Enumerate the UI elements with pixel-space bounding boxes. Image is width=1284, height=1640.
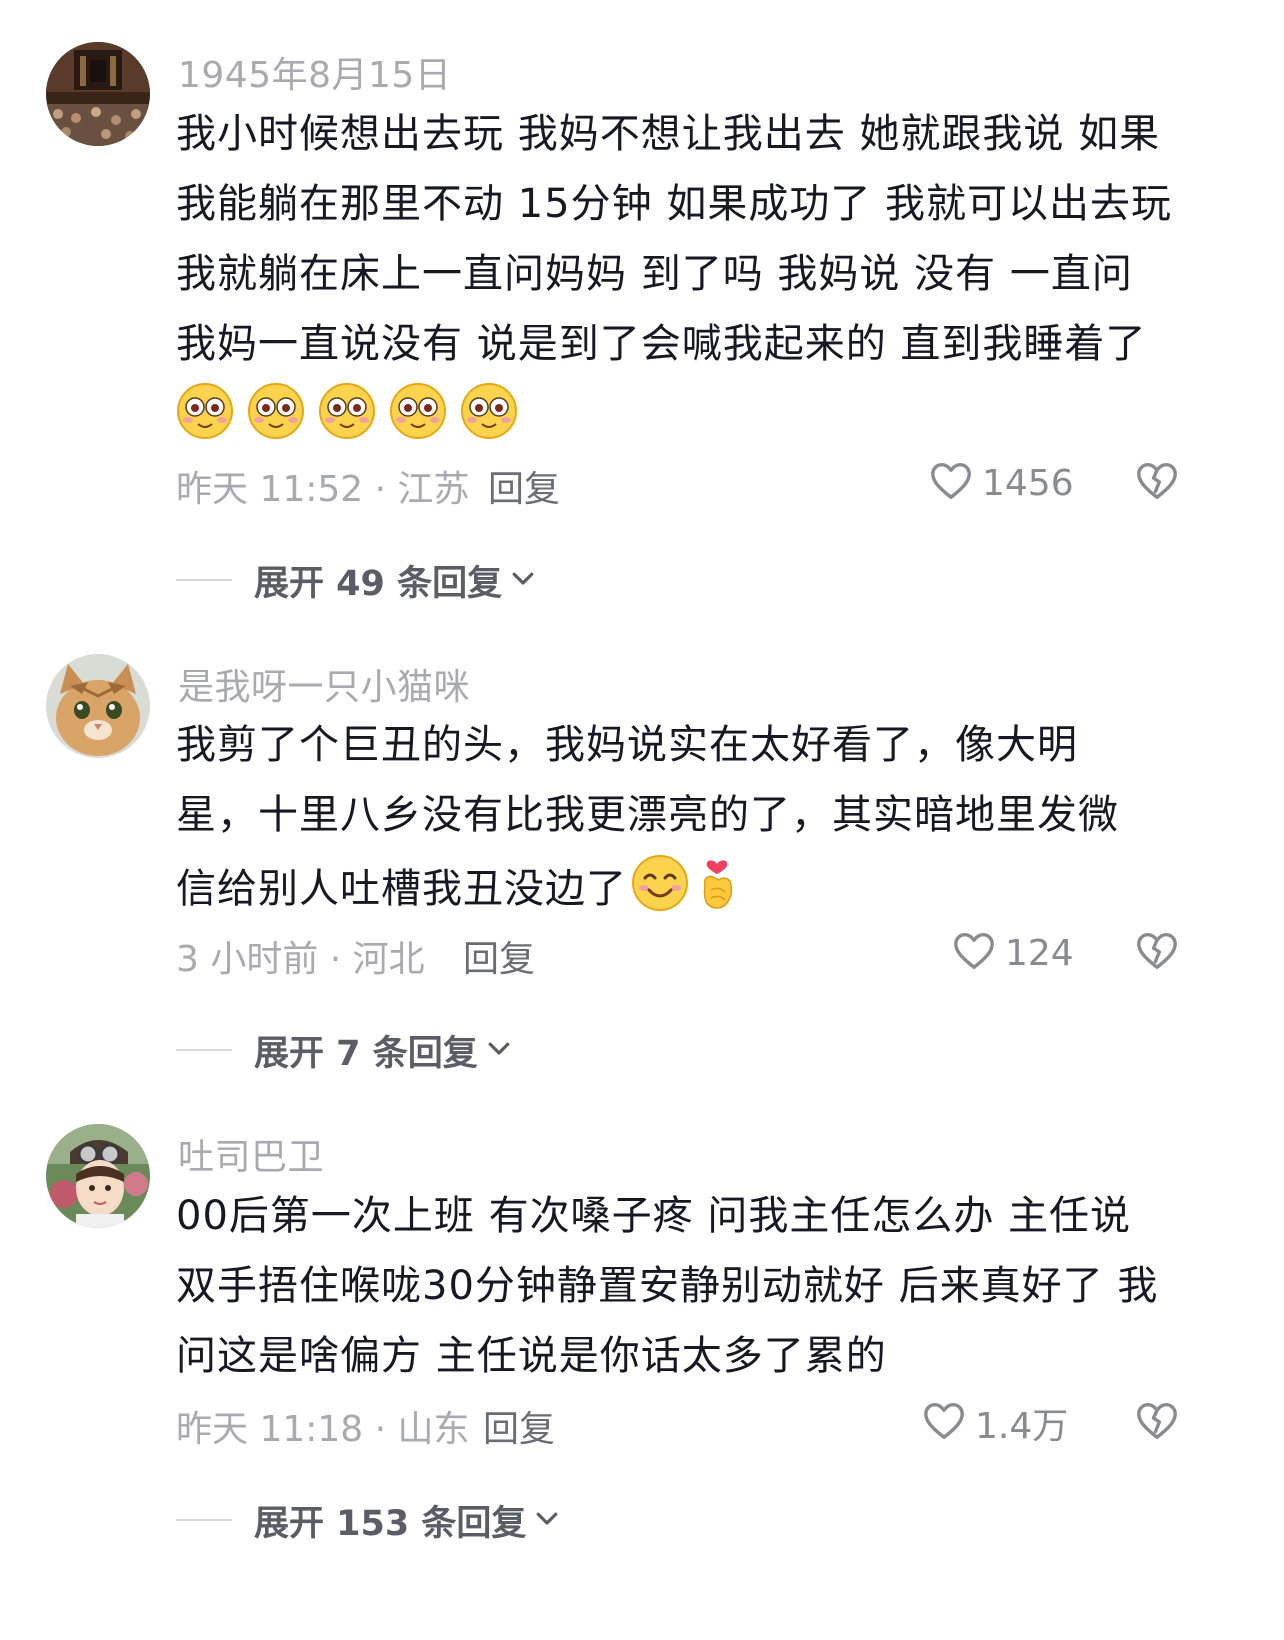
comment-text-line: 信给别人吐槽我丑没边了 [176, 850, 1206, 934]
finger-heart-icon [693, 850, 741, 934]
broken-heart-icon[interactable] [1134, 458, 1180, 508]
comment-text-line: 我小时候想出去玩 我妈不想让我出去 她就跟我说 如果 [176, 111, 1161, 157]
wide-eyed-face-icon [247, 382, 305, 444]
avatar[interactable] [46, 42, 150, 146]
comment-text: 我小时候想出去玩 我妈不想让我出去 她就跟我说 如果 我能躺在那里不动 15分钟… [176, 99, 1206, 379]
wide-eyed-face-icon [389, 382, 447, 444]
comment-text-line: 问这是啥偏方 主任说是你话太多了累的 [176, 1333, 887, 1379]
divider [176, 579, 232, 581]
broken-heart-icon[interactable] [1134, 1398, 1180, 1448]
chevron-down-icon [508, 563, 538, 597]
like-count: 1.4万 [975, 1406, 1069, 1447]
avatar[interactable] [46, 1124, 150, 1228]
chevron-down-icon [532, 1503, 562, 1537]
comment-text-line: 我妈一直说没有 说是到了会喊我起来的 直到我睡着了 [176, 321, 1147, 367]
like-button[interactable]: 124 [951, 928, 1074, 978]
reply-button[interactable]: 回复 [463, 930, 535, 982]
comment-timestamp-location: 昨天 11:52 · 江苏 [176, 469, 470, 510]
like-button[interactable]: 1456 [928, 458, 1074, 508]
comment-username[interactable]: 1945年8月15日 [178, 46, 451, 98]
chevron-down-icon [484, 1033, 514, 1067]
comment-text-line: 我剪了个巨丑的头，我妈说实在太好看了，像大明 [176, 722, 1078, 768]
expand-replies-button[interactable]: 展开 7 条回复 [176, 1025, 514, 1075]
comment-text-line: 星，十里八乡没有比我更漂亮的了，其实暗地里发微 [176, 792, 1119, 838]
expand-replies-label: 展开 7 条回复 [254, 1033, 478, 1074]
expand-replies-label: 展开 153 条回复 [254, 1503, 527, 1544]
reply-button[interactable]: 回复 [488, 460, 560, 512]
expand-replies-button[interactable]: 展开 153 条回复 [176, 1495, 562, 1545]
comment-text-line: 双手捂住喉咙30分钟静置安静别动就好 后来真好了 我 [176, 1263, 1159, 1309]
broken-heart-icon[interactable] [1134, 928, 1180, 978]
comment-timestamp-location: 昨天 11:18 · 山东 [176, 1409, 470, 1450]
expand-replies-button[interactable]: 展开 49 条回复 [176, 555, 538, 605]
comment-meta-row: 3 小时前 · 河北 回复 124 [176, 930, 1186, 980]
comment-meta-row: 昨天 11:52 · 江苏 回复 1456 [176, 460, 1186, 510]
comment-text-line: 我能躺在那里不动 15分钟 如果成功了 我就可以出去玩 [176, 181, 1173, 227]
comment-text: 我剪了个巨丑的头，我妈说实在太好看了，像大明 星，十里八乡没有比我更漂亮的了，其… [176, 710, 1206, 934]
heart-outline-icon [928, 458, 974, 508]
wide-eyed-face-icon [176, 382, 234, 444]
comment-username[interactable]: 是我呀一只小猫咪 [178, 658, 470, 710]
wide-eyed-face-icon [318, 382, 376, 444]
like-count: 124 [1005, 932, 1074, 974]
comment-username[interactable]: 吐司巴卫 [178, 1128, 324, 1180]
comment-text-line: 00后第一次上班 有次嗓子疼 问我主任怎么办 主任说 [176, 1193, 1132, 1239]
heart-outline-icon [921, 1398, 967, 1448]
heart-outline-icon [951, 928, 997, 978]
comment-meta-row: 昨天 11:18 · 山东 回复 1.4万 [176, 1400, 1186, 1450]
like-count: 1456 [982, 462, 1074, 504]
smiling-face-icon [631, 854, 689, 934]
comment-text: 00后第一次上班 有次嗓子疼 问我主任怎么办 主任说 双手捂住喉咙30分钟静置安… [176, 1181, 1206, 1391]
comment-timestamp-location: 3 小时前 · 河北 [176, 939, 425, 980]
reply-button[interactable]: 回复 [483, 1400, 555, 1452]
wide-eyed-face-icon [460, 382, 518, 444]
emoji-row [176, 382, 526, 446]
expand-replies-label: 展开 49 条回复 [254, 563, 503, 604]
divider [176, 1049, 232, 1051]
divider [176, 1519, 232, 1521]
like-button[interactable]: 1.4万 [921, 1398, 1068, 1448]
avatar[interactable] [46, 654, 150, 758]
comment-text-line-end: 信给别人吐槽我丑没边了 [176, 866, 627, 912]
comment-text-line: 我就躺在床上一直问妈妈 到了吗 我妈说 没有 一直问 [176, 251, 1133, 297]
